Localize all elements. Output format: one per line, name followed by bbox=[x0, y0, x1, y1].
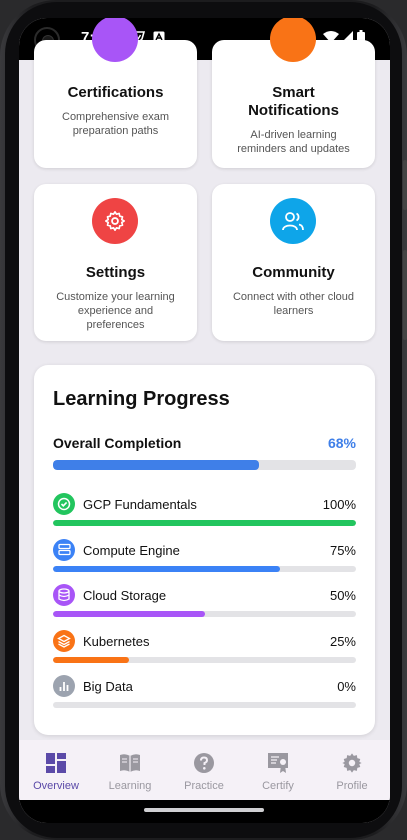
notifications-icon bbox=[270, 18, 316, 62]
learning-progress-card: Learning Progress Overall Completion 68%… bbox=[34, 365, 375, 735]
volume-button bbox=[403, 250, 407, 340]
phone-frame: 7:22 G bbox=[0, 0, 407, 840]
compute-engine-progress-track bbox=[53, 565, 356, 572]
home-indicator[interactable] bbox=[144, 808, 264, 812]
gesture-bar bbox=[19, 800, 390, 823]
overall-progress-track bbox=[53, 460, 356, 470]
compute-engine-progress-fill bbox=[53, 565, 281, 572]
check-circle-icon bbox=[53, 493, 75, 515]
help-circle-icon bbox=[194, 753, 214, 773]
gcp-fundamentals-progress-track bbox=[53, 520, 356, 526]
community-card[interactable]: Community Connect with other cloud learn… bbox=[212, 184, 375, 341]
card-title: Smart Notifications bbox=[248, 84, 339, 119]
card-description: Customize your learning experience and p… bbox=[56, 291, 175, 331]
side-button bbox=[403, 160, 407, 210]
kubernetes-progress-fill bbox=[53, 656, 129, 663]
book-icon bbox=[120, 754, 140, 772]
overall-completion-value: 68% bbox=[327, 435, 356, 451]
certifications-icon bbox=[92, 18, 138, 62]
screen: 7:22 G bbox=[19, 18, 390, 823]
dashboard-icon bbox=[46, 753, 66, 773]
big-data-label: Big Data bbox=[83, 679, 133, 694]
kubernetes-percent: 25% bbox=[329, 633, 356, 649]
gcp-fundamentals-percent: 100% bbox=[322, 497, 356, 512]
cloud-storage-percent: 50% bbox=[329, 588, 356, 603]
nav-overview[interactable]: Overview bbox=[19, 740, 93, 800]
nav-label: Profile bbox=[336, 780, 368, 792]
nav-label: Learning bbox=[108, 780, 152, 792]
database-icon bbox=[53, 584, 75, 606]
section-title: Learning Progress bbox=[53, 388, 230, 410]
card-title: Community bbox=[252, 264, 335, 281]
card-title: Certifications bbox=[67, 84, 164, 101]
smart-notifications-card[interactable]: Smart Notifications AI-driven learning r… bbox=[212, 18, 375, 168]
kubernetes-label: Kubernetes bbox=[83, 633, 150, 649]
settings-card[interactable]: Settings Customize your learning experie… bbox=[34, 184, 197, 341]
overall-progress-fill bbox=[53, 460, 260, 470]
nav-label: Certify bbox=[262, 780, 294, 792]
big-data-percent: 0% bbox=[337, 679, 356, 694]
server-icon bbox=[53, 538, 75, 561]
card-description: AI-driven learning reminders and updates bbox=[237, 129, 350, 155]
overview-content[interactable]: Certifications Comprehensive exam prepar… bbox=[19, 18, 390, 740]
cloud-storage-progress-track bbox=[53, 611, 356, 617]
overall-completion-label: Overall Completion bbox=[53, 435, 182, 451]
users-icon bbox=[270, 198, 316, 244]
bar-chart-icon bbox=[53, 675, 75, 697]
gear-icon bbox=[342, 753, 362, 773]
big-data-progress-track bbox=[53, 702, 356, 708]
certifications-card[interactable]: Certifications Comprehensive exam prepar… bbox=[34, 18, 197, 168]
gcp-fundamentals-progress-fill bbox=[53, 520, 356, 526]
compute-engine-percent: 75% bbox=[329, 542, 356, 558]
nav-practice[interactable]: Practice bbox=[167, 740, 241, 800]
card-description: Comprehensive exam preparation paths bbox=[62, 111, 169, 137]
nav-label: Overview bbox=[33, 780, 79, 792]
kubernetes-progress-track bbox=[53, 656, 356, 663]
nav-label: Practice bbox=[184, 780, 224, 792]
nav-certify[interactable]: Certify bbox=[241, 740, 315, 800]
gear-icon bbox=[92, 198, 138, 244]
layers-icon bbox=[53, 629, 75, 652]
nav-learning[interactable]: Learning bbox=[93, 740, 167, 800]
card-description: Connect with other cloud learners bbox=[232, 291, 355, 317]
cloud-storage-progress-fill bbox=[53, 611, 205, 617]
bottom-navigation: Overview Learning Practice Certify Profi… bbox=[19, 740, 390, 800]
cloud-storage-label: Cloud Storage bbox=[83, 588, 167, 603]
badge-icon bbox=[268, 753, 288, 773]
compute-engine-label: Compute Engine bbox=[83, 542, 180, 558]
card-title: Settings bbox=[85, 264, 146, 281]
nav-profile[interactable]: Profile bbox=[315, 740, 389, 800]
gcp-fundamentals-label: GCP Fundamentals bbox=[83, 497, 197, 512]
